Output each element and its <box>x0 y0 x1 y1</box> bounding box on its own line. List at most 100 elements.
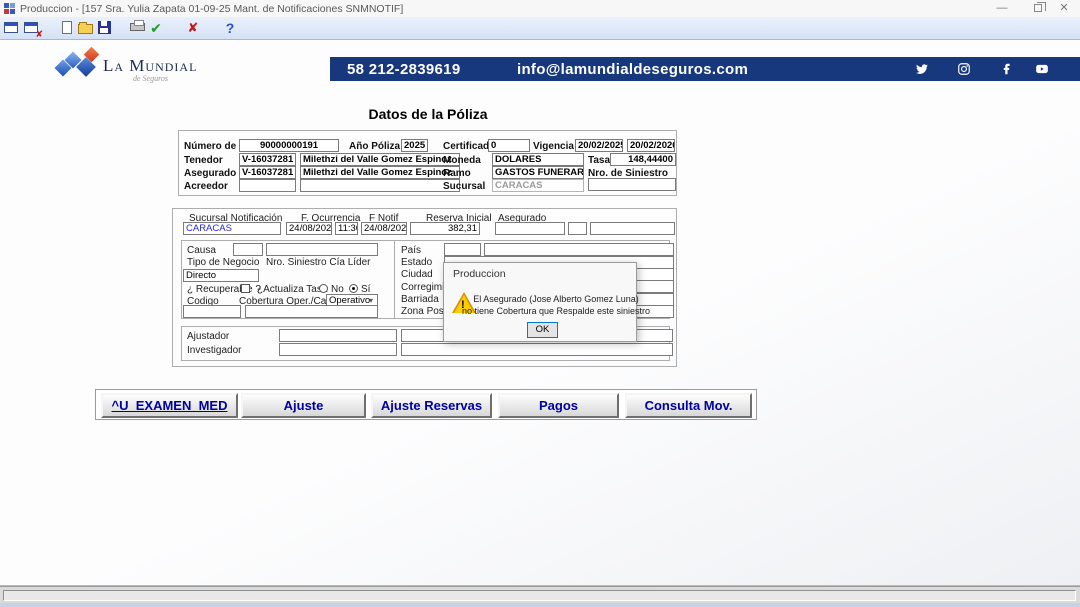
nro-siniestro-field[interactable] <box>588 178 676 191</box>
barriada-label: Barriada <box>401 294 439 305</box>
numero-poliza-field[interactable]: 90000000191 <box>239 139 339 152</box>
open-folder-icon[interactable] <box>77 19 95 37</box>
tenedor-id-field[interactable]: V-16037281 <box>239 153 296 166</box>
codigo-field[interactable] <box>183 305 241 318</box>
ajustador-codigo-field[interactable] <box>279 329 397 342</box>
ano-poliza-field[interactable]: 2025 <box>401 139 428 152</box>
vigencia-desde-field[interactable]: 20/02/2025 <box>575 139 623 152</box>
investigador-codigo-field[interactable] <box>279 343 397 356</box>
investigador-nombre-field[interactable] <box>401 343 673 356</box>
toolbar: ✘ ✔ ✘ ? <box>0 17 1080 40</box>
pais-codigo-field[interactable] <box>444 243 481 256</box>
ocurrencia-fecha-field[interactable]: 24/08/2025 <box>286 222 332 235</box>
dialog-message-line1: El Asegurado (Jose Alberto Gomez Luna) <box>462 293 650 305</box>
youtube-icon[interactable] <box>1035 62 1049 76</box>
tipo-negocio-label: Tipo de Negocio <box>187 257 259 268</box>
ciudad-label: Ciudad <box>401 269 433 280</box>
tenedor-label: Tenedor <box>184 155 223 166</box>
window-new-icon[interactable] <box>3 19 21 37</box>
facebook-icon[interactable] <box>1000 62 1014 76</box>
cobertura-field[interactable] <box>245 305 378 318</box>
save-icon[interactable] <box>96 19 114 37</box>
nro-siniestro-lider-label: Nro. Siniestro Cía Líder <box>266 257 371 268</box>
causa-codigo-field[interactable] <box>233 243 263 256</box>
fnotif-fecha-field[interactable]: 24/08/2025 <box>361 222 407 235</box>
vigencia-hasta-field[interactable]: 20/02/2026 <box>627 139 675 152</box>
produccion-dialog: Produccion ! El Asegurado (Jose Alberto … <box>443 262 637 342</box>
moneda-field[interactable]: DOLARES <box>492 153 584 166</box>
pagos-button[interactable]: Pagos <box>498 393 619 418</box>
new-document-icon[interactable] <box>59 19 77 37</box>
application-window: Produccion - [157 Sra. Yulia Zapata 01-0… <box>0 0 1080 607</box>
main-content: La Mundial de Seguros 58 212-2839619 inf… <box>0 40 1080 586</box>
confirm-icon[interactable]: ✔ <box>147 19 165 37</box>
status-bar <box>0 586 1080 603</box>
ajustador-label: Ajustador <box>187 331 229 342</box>
title-bar: Produccion - [157 Sra. Yulia Zapata 01-0… <box>0 0 1080 17</box>
investigador-label: Investigador <box>187 345 241 356</box>
asegurado-codigo-field[interactable] <box>495 222 565 235</box>
causa-descripcion-field[interactable] <box>266 243 378 256</box>
asegurado-id-field[interactable]: V-16037281 <box>239 166 296 179</box>
certificado-field[interactable]: 0 <box>488 139 530 152</box>
moneda-label: Moneda <box>443 155 481 166</box>
ramo-field[interactable]: GASTOS FUNERARIO <box>492 166 584 179</box>
status-panel <box>3 590 1076 601</box>
vigencia-label: Vigencia <box>533 141 574 152</box>
dialog-title: Produccion <box>453 268 506 280</box>
asegurado-label: Asegurado <box>184 168 236 179</box>
dialog-message: El Asegurado (Jose Alberto Gomez Luna) n… <box>462 293 650 317</box>
reserva-inicial-field[interactable]: 382,31 <box>410 222 480 235</box>
brand-subtitle: de Seguros <box>133 74 168 83</box>
help-icon[interactable]: ? <box>221 19 239 37</box>
app-icon <box>4 3 15 14</box>
close-icon[interactable]: ✕ <box>1056 1 1072 16</box>
contact-bar: 58 212-2839619 info@lamundialdeseguros.c… <box>330 57 1080 81</box>
actualiza-no-radio[interactable] <box>319 284 328 293</box>
ok-button[interactable]: OK <box>527 322 558 338</box>
tasa-label: Tasa <box>588 155 610 166</box>
window-close-icon[interactable]: ✘ <box>23 19 41 37</box>
policy-fieldset: Número de Tenedor Asegurado Acreedor 900… <box>178 130 677 196</box>
acreedor-label: Acreedor <box>184 181 228 192</box>
ocurrencia-hora-field[interactable]: 11:36 <box>335 222 358 235</box>
phone-number: 58 212-2839619 <box>347 61 460 78</box>
acreedor-id-field[interactable] <box>239 179 296 192</box>
ajuste-button[interactable]: Ajuste <box>241 393 366 418</box>
consulta-mov-button[interactable]: Consulta Mov. <box>625 393 752 418</box>
tasa-field[interactable]: 148,44400 <box>610 153 676 166</box>
dialog-message-line2: no tiene Cobertura que Respalde este sin… <box>462 305 650 317</box>
pais-label: País <box>401 245 421 256</box>
page-title: Datos de la Póliza <box>178 106 678 122</box>
ajuste-reservas-button[interactable]: Ajuste Reservas <box>371 393 492 418</box>
twitter-icon[interactable] <box>915 62 929 76</box>
numero-poliza-label: Número de <box>184 141 236 152</box>
asegurado-tipo-field[interactable] <box>568 222 587 235</box>
sucursal-field: CARACAS <box>492 179 584 192</box>
actualiza-tasa-label: ¿Actualiza Tasa <box>257 284 327 295</box>
acreedor-nombre-field[interactable] <box>300 179 460 192</box>
sucursal-label: Sucursal <box>443 181 485 192</box>
estado-label: Estado <box>401 257 432 268</box>
brand-name: La Mundial <box>103 56 197 76</box>
examen-med-button[interactable]: ^U_EXAMEN_MED <box>101 393 238 418</box>
pais-field[interactable] <box>484 243 674 256</box>
detail-divider <box>394 240 395 319</box>
sucursal-notificacion-field[interactable]: CARACAS <box>183 222 281 235</box>
restore-icon[interactable] <box>1034 4 1042 12</box>
ramo-label: Ramo <box>443 168 471 179</box>
tipo-negocio-field[interactable]: Directo <box>183 269 259 282</box>
recuperable-checkbox[interactable] <box>241 284 250 293</box>
print-icon[interactable] <box>129 19 147 37</box>
actualiza-si-radio[interactable] <box>349 284 358 293</box>
action-button-strip: ^U_EXAMEN_MED Ajuste Ajuste Reservas Pag… <box>95 389 757 420</box>
minimize-icon[interactable]: — <box>994 1 1010 16</box>
ano-poliza-label: Año Póliza <box>349 141 400 152</box>
company-logo: La Mundial de Seguros <box>55 48 255 93</box>
bottom-edge <box>0 603 1080 607</box>
asegurado-nombre-notif-field[interactable] <box>590 222 675 235</box>
instagram-icon[interactable] <box>957 62 971 76</box>
cancel-icon[interactable]: ✘ <box>184 19 202 37</box>
tenedor-nombre-field[interactable]: Milethzi del Valle Gomez Espinoz <box>300 153 460 166</box>
asegurado-nombre-field[interactable]: Milethzi del Valle Gomez Espinoz <box>300 166 460 179</box>
